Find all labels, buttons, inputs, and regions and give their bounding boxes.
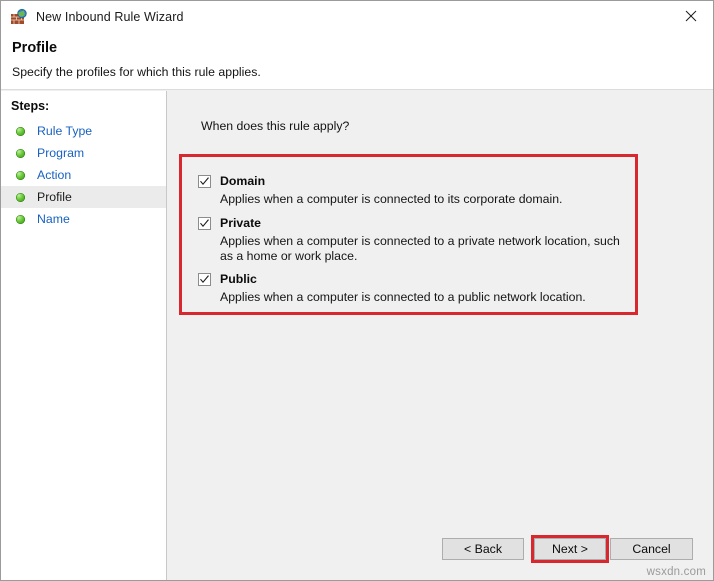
option-domain-label: Domain	[220, 174, 265, 188]
option-private: Private Applies when a computer is conne…	[198, 215, 626, 264]
green-bullet-icon	[16, 149, 25, 158]
green-bullet-icon	[16, 127, 25, 136]
sidebar-item-action[interactable]: Action	[1, 164, 166, 186]
green-bullet-icon	[16, 193, 25, 202]
option-private-description: Applies when a computer is connected to …	[220, 234, 626, 264]
option-domain: Domain Applies when a computer is connec…	[198, 173, 626, 207]
sidebar-item-program[interactable]: Program	[1, 142, 166, 164]
sidebar-item-label: Program	[37, 146, 84, 160]
new-inbound-rule-wizard-window: New Inbound Rule Wizard Profile Specify …	[0, 0, 714, 581]
sidebar-item-profile[interactable]: Profile	[1, 186, 166, 208]
option-public: Public Applies when a computer is connec…	[198, 271, 626, 305]
content-panel: When does this rule apply? Domain Applie…	[168, 91, 713, 581]
option-private-label: Private	[220, 216, 261, 230]
sidebar-item-label: Profile	[37, 190, 72, 204]
sidebar-item-label: Action	[37, 168, 71, 182]
checkbox-public[interactable]	[198, 273, 211, 286]
sidebar-item-rule-type[interactable]: Rule Type	[1, 120, 166, 142]
sidebar-item-label: Rule Type	[37, 124, 92, 138]
watermark: wsxdn.com	[647, 566, 706, 578]
cancel-button[interactable]: Cancel	[610, 538, 693, 560]
close-icon[interactable]	[668, 1, 713, 31]
steps-sidebar: Steps: Rule Type Program Action Profile …	[1, 91, 167, 581]
option-private-row[interactable]: Private	[198, 215, 626, 231]
option-public-label: Public	[220, 272, 257, 286]
checkbox-private[interactable]	[198, 217, 211, 230]
steps-list: Rule Type Program Action Profile Name	[1, 120, 166, 230]
page-subtitle: Specify the profiles for which this rule…	[12, 65, 261, 79]
firewall-globe-icon	[10, 8, 28, 26]
option-public-row[interactable]: Public	[198, 271, 626, 287]
steps-heading: Steps:	[11, 99, 49, 113]
green-bullet-icon	[16, 215, 25, 224]
green-bullet-icon	[16, 171, 25, 180]
question-label: When does this rule apply?	[201, 119, 349, 133]
option-public-description: Applies when a computer is connected to …	[220, 290, 626, 305]
option-domain-row[interactable]: Domain	[198, 173, 626, 189]
checkbox-domain[interactable]	[198, 175, 211, 188]
page-header: Profile Specify the profiles for which t…	[1, 32, 713, 90]
sidebar-item-label: Name	[37, 212, 70, 226]
back-button[interactable]: < Back	[442, 538, 524, 560]
option-domain-description: Applies when a computer is connected to …	[220, 192, 626, 207]
title-bar: New Inbound Rule Wizard	[1, 1, 713, 32]
window-title: New Inbound Rule Wizard	[36, 10, 184, 24]
next-button[interactable]: Next >	[534, 538, 606, 560]
sidebar-item-name[interactable]: Name	[1, 208, 166, 230]
page-title: Profile	[12, 40, 57, 56]
